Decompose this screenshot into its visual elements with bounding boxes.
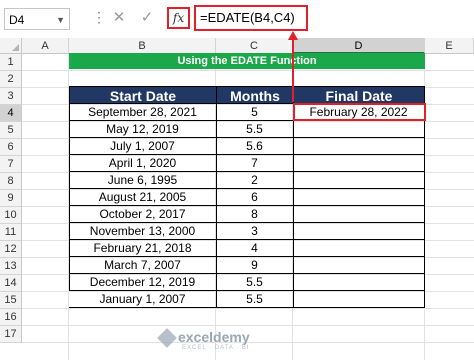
select-all-corner[interactable] xyxy=(0,38,22,54)
more-options-icon[interactable]: ⋮ xyxy=(92,9,106,26)
enter-icon[interactable]: ✓ xyxy=(138,8,156,28)
row-gridline xyxy=(22,308,474,309)
callout-arrow xyxy=(292,36,294,102)
formula-bar: D4 ▼ ⋮ ✕ ✓ fx =EDATE(B4,C4) xyxy=(0,0,474,39)
insert-function-icon[interactable]: fx xyxy=(167,7,190,29)
formula-input[interactable]: =EDATE(B4,C4) xyxy=(194,5,308,31)
cell-final-date[interactable] xyxy=(293,121,425,138)
column-header-e[interactable]: E xyxy=(425,38,474,54)
cell-start-date[interactable]: October 2, 2017 xyxy=(69,206,217,223)
row-header-11[interactable]: 11 xyxy=(0,224,22,241)
exceldemy-logo-icon xyxy=(157,328,177,348)
cell-final-date[interactable] xyxy=(293,291,425,308)
cell-start-date[interactable]: July 1, 2007 xyxy=(69,138,217,155)
cell-months[interactable]: 5.5 xyxy=(216,274,294,291)
cell-start-date[interactable]: June 6, 1995 xyxy=(69,172,217,189)
cell-start-date[interactable]: December 12, 2019 xyxy=(69,274,217,291)
row-header-8[interactable]: 8 xyxy=(0,173,22,190)
cell-start-date[interactable]: February 21, 2018 xyxy=(69,240,217,257)
cell-start-date[interactable]: May 12, 2019 xyxy=(69,121,217,138)
cell-months[interactable]: 9 xyxy=(216,257,294,274)
cell-months[interactable]: 5 xyxy=(216,104,294,121)
row-header-4[interactable]: 4 xyxy=(0,105,22,122)
cell-final-date[interactable] xyxy=(293,155,425,172)
cell-final-date[interactable] xyxy=(293,172,425,189)
cancel-icon[interactable]: ✕ xyxy=(110,8,128,28)
cell-start-date[interactable]: January 1, 2007 xyxy=(69,291,217,308)
row-header-17[interactable]: 17 xyxy=(0,326,22,343)
cell-months[interactable]: 8 xyxy=(216,206,294,223)
cell-final-date[interactable] xyxy=(293,138,425,155)
row-header-2[interactable]: 2 xyxy=(0,71,22,88)
row-header-10[interactable]: 10 xyxy=(0,207,22,224)
row-gridline xyxy=(22,70,474,71)
cell-months[interactable]: 5.5 xyxy=(216,121,294,138)
selected-cell-d4[interactable] xyxy=(293,103,426,121)
header-final-date: Final Date xyxy=(293,86,425,104)
row-gridline xyxy=(22,325,474,326)
cell-final-date[interactable] xyxy=(293,189,425,206)
cell-final-date[interactable] xyxy=(293,240,425,257)
cell-months[interactable]: 4 xyxy=(216,240,294,257)
header-start-date: Start Date xyxy=(69,86,217,104)
column-header-d[interactable]: D xyxy=(293,38,425,54)
row-header-1[interactable]: 1 xyxy=(0,54,22,71)
row-header-15[interactable]: 15 xyxy=(0,292,22,309)
watermark: exceldemy xyxy=(178,329,250,345)
cell-start-date[interactable]: August 21, 2005 xyxy=(69,189,217,206)
row-header-6[interactable]: 6 xyxy=(0,139,22,156)
row-header-12[interactable]: 12 xyxy=(0,241,22,258)
chevron-down-icon[interactable]: ▼ xyxy=(56,9,65,31)
cell-months[interactable]: 6 xyxy=(216,189,294,206)
row-header-9[interactable]: 9 xyxy=(0,190,22,207)
row-header-14[interactable]: 14 xyxy=(0,275,22,292)
row-header-7[interactable]: 7 xyxy=(0,156,22,173)
name-box[interactable]: D4 ▼ xyxy=(4,8,70,30)
watermark-sub: EXCEL · DATA · BI xyxy=(182,345,250,351)
fx-label: fx xyxy=(172,11,185,25)
header-months: Months xyxy=(216,86,294,104)
column-header-b[interactable]: B xyxy=(69,38,216,54)
cell-months[interactable]: 5.5 xyxy=(216,291,294,308)
cell-final-date[interactable] xyxy=(293,274,425,291)
row-header-3[interactable]: 3 xyxy=(0,88,22,105)
column-header-c[interactable]: C xyxy=(216,38,293,54)
cell-months[interactable]: 5.6 xyxy=(216,138,294,155)
cell-months[interactable]: 3 xyxy=(216,223,294,240)
cell-final-date[interactable] xyxy=(293,223,425,240)
cell-final-date[interactable] xyxy=(293,206,425,223)
cell-months[interactable]: 2 xyxy=(216,172,294,189)
cell-start-date[interactable]: November 13, 2000 xyxy=(69,223,217,240)
cell-start-date[interactable]: September 28, 2021 xyxy=(69,104,217,121)
row-header-13[interactable]: 13 xyxy=(0,258,22,275)
row-header-5[interactable]: 5 xyxy=(0,122,22,139)
column-header-a[interactable]: A xyxy=(22,38,69,54)
cell-months[interactable]: 7 xyxy=(216,155,294,172)
cell-start-date[interactable]: April 1, 2020 xyxy=(69,155,217,172)
cell-start-date[interactable]: March 7, 2007 xyxy=(69,257,217,274)
row-header-16[interactable]: 16 xyxy=(0,309,22,326)
arrow-head-icon xyxy=(288,31,298,40)
name-box-value: D4 xyxy=(9,13,25,27)
title-band: Using the EDATE Function xyxy=(69,53,425,69)
cell-final-date[interactable] xyxy=(293,257,425,274)
